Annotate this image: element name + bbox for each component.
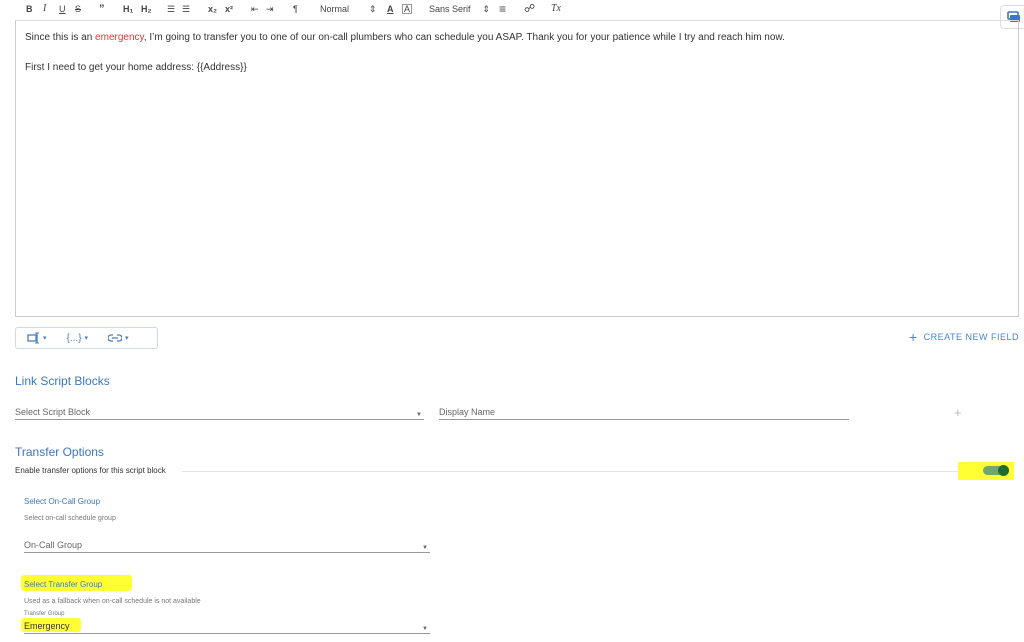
editor-text: First I need to get your home address: {…	[25, 62, 247, 73]
create-new-field-button[interactable]: + CREATE NEW FIELD	[908, 329, 1019, 345]
transfer-group-select[interactable]: Emergency ▼	[24, 620, 430, 634]
transfer-options-title: Transfer Options	[15, 445, 104, 459]
oncall-group-select[interactable]: On-Call Group ▼	[24, 539, 430, 553]
caret-down-icon: ▼	[416, 412, 422, 418]
script-editor[interactable]: Since this is an emergency, I’m going to…	[15, 20, 1019, 317]
transfer-group-help: Used as a fallback when on-call schedule…	[24, 598, 201, 605]
chevron-updown-icon: ⇕	[482, 4, 491, 14]
display-name-placeholder: Display Name	[439, 407, 496, 417]
field-insert-bar: ▾ {...} ▾ ▾	[15, 327, 158, 349]
link-field-dropdown[interactable]: ▾	[108, 333, 129, 343]
create-new-field-label: CREATE NEW FIELD	[923, 332, 1019, 342]
editor-toolbar: B I U S ” H₁ H₂ ☰ ☰ x₂ x² ⇤ ⇥ ¶ Normal ⇕ …	[15, 0, 1019, 19]
editor-paragraph: Since this is an emergency, I’m going to…	[25, 31, 1009, 44]
insert-field-dropdown[interactable]: ▾	[27, 332, 47, 344]
clear-format-icon[interactable]: Tx	[551, 2, 561, 16]
underline-button[interactable]: U	[59, 2, 66, 16]
text-field-icon	[27, 332, 39, 344]
blockquote-button[interactable]: ”	[99, 2, 105, 16]
text-color-button[interactable]: A	[387, 2, 394, 16]
script-block-select-placeholder: Select Script Block	[15, 407, 91, 417]
outdent-icon[interactable]: ⇤	[251, 2, 259, 16]
plus-icon: +	[908, 329, 918, 345]
editor-paragraph: First I need to get your home address: {…	[25, 61, 1009, 74]
chevron-updown-icon: ⇕	[369, 4, 377, 14]
link-chain-icon	[108, 334, 123, 342]
oncall-group-title: Select On-Call Group	[24, 497, 101, 506]
oncall-group-help: Select on-call schedule group	[24, 515, 116, 522]
size-select-value: Normal	[320, 4, 350, 14]
caret-down-icon: ▼	[422, 545, 428, 551]
subscript-button[interactable]: x₂	[208, 2, 217, 16]
strikethrough-button[interactable]: S	[75, 2, 81, 16]
transfer-group-title: Select Transfer Group	[24, 580, 103, 589]
ordered-list-icon[interactable]: ☰	[167, 2, 175, 16]
oncall-group-value: On-Call Group	[24, 540, 83, 550]
italic-button[interactable]: I	[43, 2, 46, 16]
link-script-blocks-title: Link Script Blocks	[15, 374, 110, 388]
superscript-button[interactable]: x²	[225, 2, 233, 16]
text-direction-icon[interactable]: ¶	[293, 2, 298, 16]
bold-button[interactable]: B	[26, 2, 33, 16]
bullet-list-icon[interactable]: ☰	[182, 2, 190, 16]
transfer-group-field-label: Transfer Group	[24, 611, 65, 617]
link-icon[interactable]: ☍	[524, 2, 535, 16]
transfer-group-value: Emergency	[24, 621, 70, 631]
editor-emphasis-text: emergency	[95, 32, 144, 43]
divider	[182, 471, 1010, 472]
variable-icon: {...}	[66, 332, 82, 344]
chevron-down-icon: ▾	[84, 335, 89, 342]
editor-text: , I’m going to transfer you to one of ou…	[143, 32, 785, 43]
font-select[interactable]: Sans Serif ⇕	[429, 2, 490, 16]
script-block-select[interactable]: Select Script Block ▼	[15, 406, 424, 420]
chevron-down-icon: ▾	[125, 335, 129, 342]
font-select-value: Sans Serif	[429, 4, 471, 14]
editor-text: Since this is an	[25, 32, 96, 43]
variable-dropdown[interactable]: {...} ▾	[67, 333, 89, 344]
background-color-button[interactable]: A	[402, 4, 413, 14]
toggle-knob[interactable]	[998, 465, 1009, 476]
chevron-down-icon: ▾	[43, 335, 47, 342]
display-name-input[interactable]: Display Name	[439, 406, 849, 420]
add-script-block-icon[interactable]: +	[954, 405, 962, 420]
heading1-button[interactable]: H₁	[123, 2, 133, 16]
indent-icon[interactable]: ⇥	[266, 2, 274, 16]
size-select[interactable]: Normal ⇕	[320, 2, 377, 16]
enable-transfer-label: Enable transfer options for this script …	[15, 466, 166, 475]
heading2-button[interactable]: H₂	[141, 2, 152, 16]
align-icon[interactable]: ≡	[499, 2, 506, 16]
caret-down-icon: ▼	[422, 626, 428, 632]
